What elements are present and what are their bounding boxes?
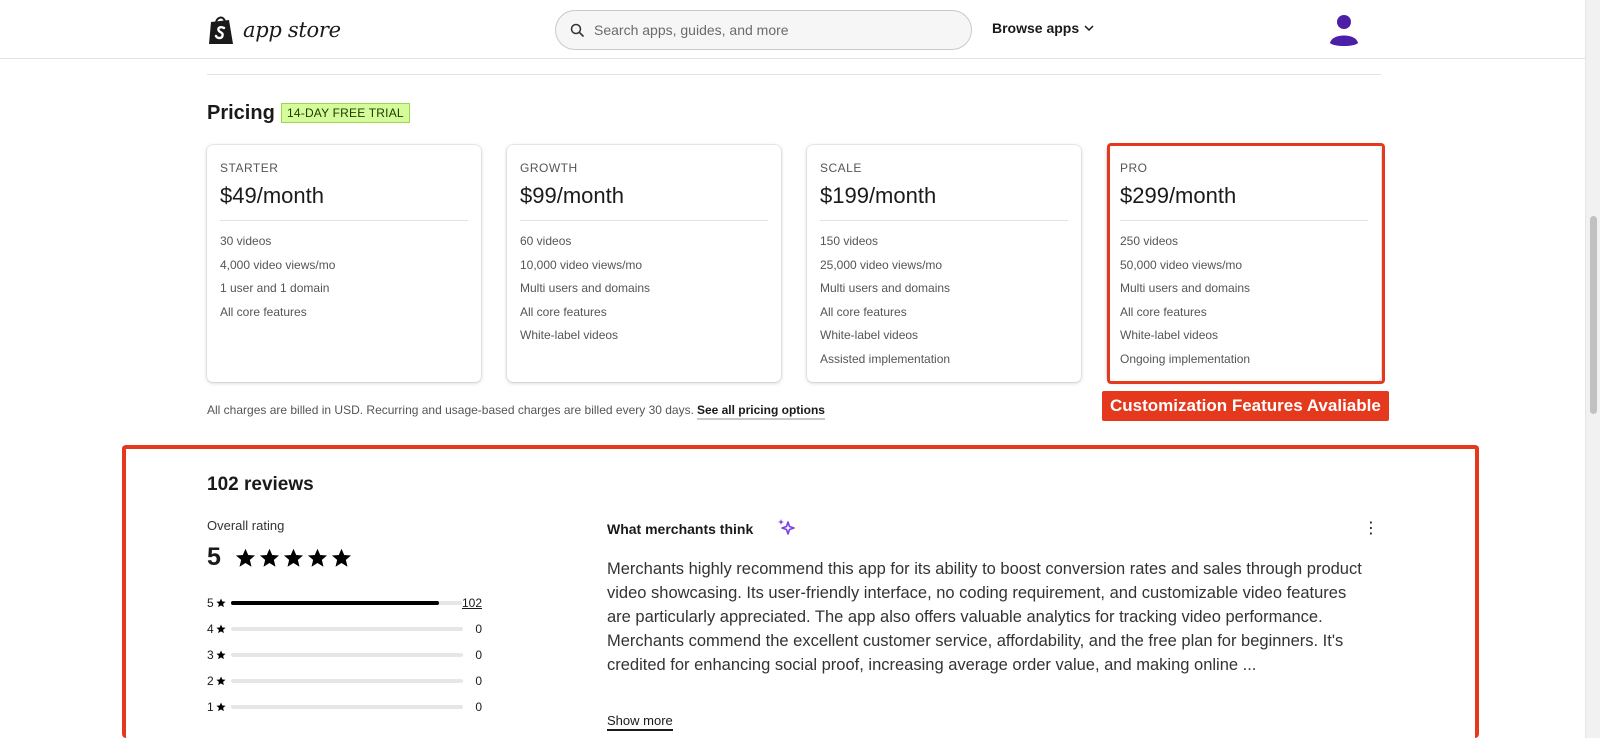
overall-rating-stars [235,548,352,568]
rating-row-count[interactable]: 102 [462,596,482,610]
merchants-summary: Merchants highly recommend this app for … [607,560,1362,674]
plan-name: SCALE [820,161,862,175]
plan-feature: White-label videos [1120,328,1219,343]
billing-note: All charges are billed in USD. Recurring… [207,403,825,420]
plan-card-starter: STARTER $49/month 30 videos 4,000 video … [207,145,481,382]
overall-rating-label: Overall rating [207,518,285,533]
rating-bar-track [231,627,463,631]
plan-features: 150 videos 25,000 video views/mo Multi u… [820,233,1068,375]
plan-card-growth: GROWTH $99/month 60 videos 10,000 video … [507,145,781,382]
rating-bar-track [231,653,463,657]
user-avatar-icon[interactable] [1328,13,1360,47]
plan-feature: 250 videos [1120,234,1179,248]
scrollbar-thumb[interactable] [1590,216,1597,414]
reviews-title: 102 reviews [207,474,314,495]
search-input[interactable] [594,22,954,38]
browse-apps-label: Browse apps [992,20,1080,36]
show-more-link[interactable]: Show more [607,713,673,731]
shopify-bag-icon [209,16,233,44]
plan-feature: 1 user and 1 domain [220,281,330,296]
plan-name: PRO [1120,161,1148,175]
plan-card-pro: PRO $299/month 250 videos 50,000 video v… [1107,145,1381,382]
small-star-icon [216,676,226,686]
rating-row-3: 3 0 [207,642,482,668]
plan-feature: 25,000 video views/mo [820,257,943,272]
rating-bar-track [231,679,463,683]
rating-row-stars: 3 [207,648,214,662]
see-all-pricing-link[interactable]: See all pricing options [696,403,825,420]
star-icon [331,548,352,567]
section-divider [207,74,1381,75]
page-scrollbar[interactable] [1585,0,1600,738]
plan-feature: All core features [1120,304,1207,319]
small-star-icon [216,598,226,608]
plan-price: $299/month [1120,183,1368,221]
rating-row-stars: 1 [207,700,214,714]
small-star-icon [216,650,226,660]
rating-bar-track [230,601,462,605]
search-icon [570,23,584,37]
search-bar[interactable] [555,10,972,50]
app-store-logo[interactable]: app store [207,14,341,46]
rating-row-4: 4 0 [207,616,482,642]
plan-feature: Ongoing implementation [1120,351,1251,366]
star-icon [235,548,256,567]
small-star-icon [216,624,226,634]
overall-rating-value: 5 [207,543,221,571]
rating-distribution: 5 102 4 0 3 0 2 0 1 0 [207,590,482,720]
plan-feature: 60 videos [520,234,572,248]
plan-card-scale: SCALE $199/month 150 videos 25,000 video… [807,145,1081,382]
plan-feature: White-label videos [520,328,619,343]
plan-feature: Multi users and domains [1120,281,1251,296]
plan-feature: All core features [520,304,607,319]
plan-price: $99/month [520,183,768,221]
chevron-down-icon [1084,25,1094,31]
plan-name: GROWTH [520,161,578,175]
pricing-title: Pricing [207,102,275,124]
rating-row-count: 0 [475,622,482,636]
star-icon [283,548,304,567]
more-options-icon[interactable]: ⋮ [1363,521,1379,537]
rating-bar-fill [230,601,439,605]
rating-row-1: 1 0 [207,694,482,720]
billing-note-text: All charges are billed in USD. Recurring… [207,403,694,417]
plan-feature: All core features [820,304,907,319]
small-star-icon [216,702,226,712]
rating-bar-track [231,705,463,709]
plan-feature: 150 videos [820,234,879,248]
plan-feature: Assisted implementation [820,351,951,366]
rating-row-stars: 2 [207,674,214,688]
free-trial-badge: 14-DAY FREE TRIAL [281,103,410,123]
logo-text: app store [243,18,341,42]
plan-feature: 10,000 video views/mo [520,257,643,272]
rating-row-2: 2 0 [207,668,482,694]
plan-feature: All core features [220,304,307,319]
rating-row-stars: 5 [207,596,214,610]
plan-feature: Multi users and domains [520,281,651,296]
plan-feature: 30 videos [220,234,272,248]
top-header: app store Browse apps [0,0,1585,59]
browse-apps-menu[interactable]: Browse apps [992,20,1094,36]
plan-feature: Multi users and domains [820,281,951,296]
customization-callout: Customization Features Avaliable [1102,391,1389,421]
ai-sparkle-icon [778,519,795,535]
plan-feature: 4,000 video views/mo [220,257,336,272]
merchants-think-title: What merchants think [607,521,754,537]
plan-features: 60 videos 10,000 video views/mo Multi us… [520,233,768,351]
star-icon [307,548,328,567]
plan-name: STARTER [220,161,279,175]
plan-feature: White-label videos [820,328,919,343]
rating-row-count: 0 [475,674,482,688]
plan-features: 250 videos 50,000 video views/mo Multi u… [1120,233,1368,375]
rating-row-stars: 4 [207,622,214,636]
star-icon [259,548,280,567]
rating-row-count: 0 [475,648,482,662]
plan-feature: 50,000 video views/mo [1120,257,1243,272]
plan-features: 30 videos 4,000 video views/mo 1 user an… [220,233,468,327]
plan-price: $49/month [220,183,468,221]
rating-row-count: 0 [475,700,482,714]
rating-row-5[interactable]: 5 102 [207,590,482,616]
plan-price: $199/month [820,183,1068,221]
